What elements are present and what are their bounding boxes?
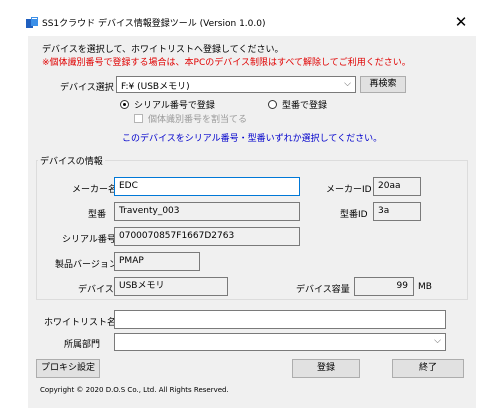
product-version-field: PMAP	[114, 252, 200, 271]
selection-hint: このデバイスをシリアル番号・型番いずれか選択してください。	[122, 134, 383, 144]
serial-label: シリアル番号	[62, 235, 116, 245]
dialog-window: SS1クラウド デバイス情報登録ツール (Version 1.0.0) ✕ デバ…	[0, 0, 500, 420]
department-dropdown[interactable]: ⌵	[114, 333, 446, 351]
model-id-label: 型番ID	[340, 210, 368, 220]
device-select-value: F:¥ (USBメモリ)	[121, 82, 190, 92]
device-info-title: デバイスの情報	[38, 154, 105, 167]
model-field: Traventy_003	[114, 202, 300, 221]
capacity-field: 99	[354, 277, 414, 296]
maker-id-label: メーカーID	[326, 185, 372, 195]
serial-radio-label[interactable]: シリアル番号で登録	[134, 98, 215, 111]
maker-name-field[interactable]: EDC	[114, 177, 300, 196]
model-id-field: 3a	[373, 202, 421, 221]
product-version-label: 製品バージョン	[55, 260, 118, 270]
close-icon[interactable]: ✕	[451, 13, 471, 31]
whitelist-name-input[interactable]	[114, 310, 446, 329]
assign-id-checkbox[interactable]	[134, 114, 143, 123]
capacity-unit: MB	[418, 282, 432, 292]
register-button[interactable]: 登録	[292, 359, 360, 378]
app-icon	[26, 17, 38, 28]
chevron-down-icon: ⌵	[344, 79, 351, 89]
window-title: SS1クラウド デバイス情報登録ツール (Version 1.0.0)	[42, 19, 266, 29]
capacity-label: デバイス容量	[296, 285, 350, 295]
proxy-settings-button[interactable]: プロキシ設定	[36, 359, 100, 378]
assign-id-label: 個体識別番号を割当てる	[148, 115, 248, 125]
device-select-label: デバイス選択	[60, 83, 114, 93]
intro-text: デバイスを選択して、ホワイトリストへ登録してください。	[42, 45, 284, 55]
model-radio-label[interactable]: 型番で登録	[282, 98, 327, 111]
copyright-text: Copyright © 2020 D.O.S Co., Ltd. All Rig…	[40, 386, 229, 394]
device-type-label: デバイス	[78, 285, 114, 295]
maker-name-label: メーカー名	[72, 185, 118, 195]
title-bar: SS1クラウド デバイス情報登録ツール (Version 1.0.0) ✕	[0, 0, 500, 34]
serial-radio[interactable]	[120, 100, 129, 109]
serial-field: 0700070857F1667D2763	[114, 227, 300, 246]
department-label: 所属部門	[64, 340, 101, 350]
device-type-field: USBメモリ	[114, 277, 228, 296]
exit-button[interactable]: 終了	[392, 359, 464, 378]
model-label: 型番	[88, 210, 107, 220]
model-radio[interactable]	[268, 100, 277, 109]
maker-id-field: 20aa	[373, 177, 421, 196]
warning-text: ※個体識別番号で登録する場合は、本PCのデバイス制限はすべて解除してご利用くださ…	[42, 58, 411, 68]
whitelist-name-label: ホワイトリスト名	[44, 318, 117, 328]
device-select-dropdown[interactable]: F:¥ (USBメモリ) ⌵	[116, 76, 356, 93]
rescan-button[interactable]: 再検索	[360, 76, 406, 93]
chevron-down-icon: ⌵	[434, 336, 441, 346]
